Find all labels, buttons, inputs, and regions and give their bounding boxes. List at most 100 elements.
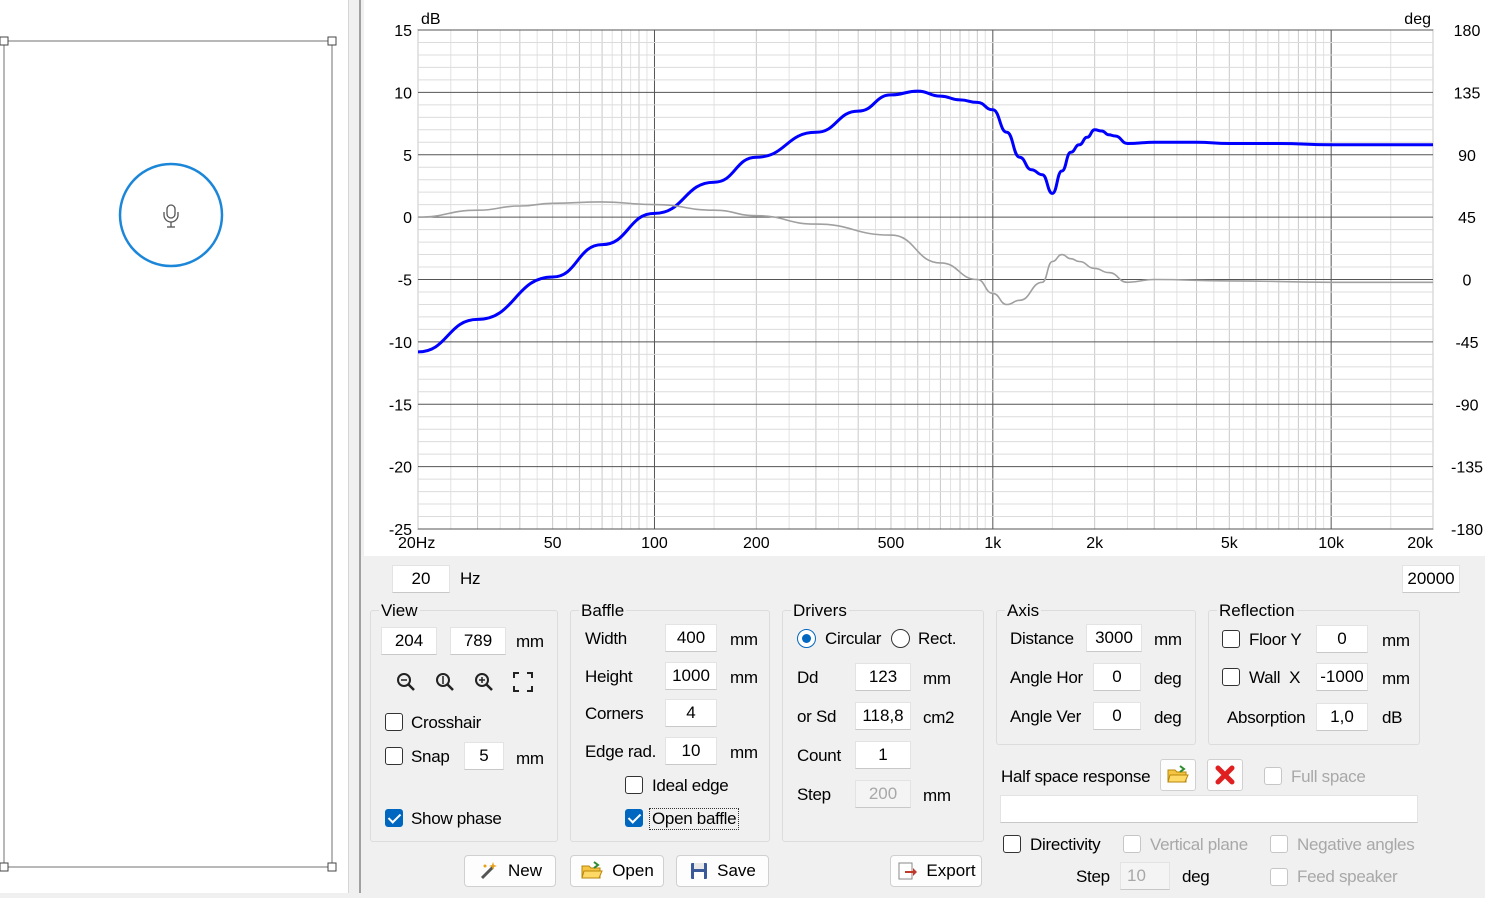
clear-half-space-button[interactable] [1207, 759, 1243, 791]
show-phase-label: Show phase [411, 809, 502, 828]
frequency-response-chart[interactable]: 15 10 5 0 -5 -10 -15 -20 -25 180 135 90 45 0 -45 -90 -13… [364, 0, 1485, 556]
angle-hor-unit: deg [1154, 669, 1182, 688]
y2-tick-label: 90 [1458, 148, 1476, 165]
x-tick-label: 50 [544, 535, 562, 552]
ideal-edge-checkbox[interactable] [625, 776, 643, 794]
driver-step-unit: mm [923, 786, 951, 805]
floor-checkbox[interactable] [1222, 630, 1240, 648]
negative-angles-checkbox[interactable] [1270, 835, 1288, 853]
x-tick-label: 1k [984, 535, 1002, 552]
baffle-corner-handle [0, 862, 9, 872]
angle-ver-unit: deg [1154, 708, 1182, 727]
crosshair-checkbox[interactable] [385, 713, 403, 731]
distance-input[interactable] [1086, 624, 1142, 652]
floor-input[interactable] [1316, 625, 1368, 653]
sd-label: or Sd [797, 707, 837, 726]
circular-label: Circular [825, 629, 882, 648]
baffle-corners-input[interactable] [665, 699, 717, 727]
feed-speaker-checkbox[interactable] [1270, 868, 1288, 886]
baffle-width-input[interactable] [665, 624, 717, 652]
new-button-label: New [507, 861, 542, 880]
y2-tick-label: -90 [1455, 397, 1478, 414]
view-unit: mm [516, 632, 544, 651]
load-half-space-button[interactable] [1160, 759, 1196, 791]
save-button[interactable]: Save [676, 855, 769, 887]
right-unit-label: deg [1404, 11, 1431, 28]
chart-svg: 151050-5-10-15-20-2518013590450-45-90-13… [389, 11, 1483, 552]
circular-radio[interactable] [797, 629, 816, 648]
export-button-label: Export [926, 861, 976, 880]
baffle-corner-handle [327, 36, 337, 46]
baffle-drawing [0, 36, 337, 872]
floor-label: Floor Y [1249, 630, 1302, 649]
count-input[interactable] [855, 741, 911, 769]
directivity-checkbox[interactable] [1003, 835, 1021, 853]
rect-radio[interactable] [891, 629, 910, 648]
baffle-height-input[interactable] [665, 662, 717, 690]
wall-checkbox[interactable] [1222, 668, 1240, 686]
open-baffle-checkbox[interactable] [625, 809, 643, 827]
open-baffle-label: Open baffle [649, 808, 740, 830]
driver-step-input[interactable] [855, 780, 911, 808]
wall-input[interactable] [1316, 663, 1368, 691]
y2-tick-label: 135 [1454, 85, 1481, 102]
dd-input[interactable] [855, 663, 911, 691]
angle-ver-input[interactable] [1093, 702, 1141, 730]
export-button[interactable]: Export [890, 855, 982, 887]
full-space-checkbox[interactable] [1264, 767, 1282, 785]
view-group-title: View [379, 601, 420, 621]
x-tick-label: 20Hz [398, 535, 435, 552]
y-tick-label: 10 [394, 85, 412, 102]
snap-input[interactable] [464, 742, 504, 770]
show-phase-checkbox[interactable] [385, 809, 403, 827]
sd-input[interactable] [855, 702, 911, 730]
x-tick-label: 10k [1318, 535, 1345, 552]
vertical-plane-checkbox[interactable] [1123, 835, 1141, 853]
freq-max-input[interactable] [1402, 565, 1460, 593]
snap-checkbox[interactable] [385, 747, 403, 765]
view-y-input[interactable] [450, 627, 506, 655]
half-space-file-input[interactable] [1000, 795, 1418, 823]
directivity-step-label: Step [1076, 867, 1110, 886]
zoom-width-button[interactable] [392, 668, 420, 696]
y-tick-label: 0 [403, 210, 412, 227]
y2-tick-label: -135 [1451, 460, 1483, 477]
save-button-label: Save [717, 861, 756, 880]
zoom-in-icon [475, 673, 493, 691]
absorption-input[interactable] [1316, 703, 1368, 731]
baffle-canvas[interactable] [0, 0, 348, 893]
directivity-step-input[interactable] [1120, 862, 1170, 890]
angle-hor-input[interactable] [1093, 663, 1141, 691]
splitter-line [359, 0, 361, 893]
baffle-corners-label: Corners [585, 704, 644, 723]
freq-min-input[interactable] [392, 565, 450, 593]
fit-all-button[interactable] [509, 668, 537, 696]
baffle-width-label: Width [585, 629, 627, 648]
left-unit-label: dB [421, 11, 441, 28]
zoom-height-button[interactable] [431, 668, 459, 696]
new-button[interactable]: New [464, 855, 556, 887]
baffle-edge-input[interactable] [665, 737, 717, 765]
angle-ver-label: Angle Ver [1010, 707, 1082, 726]
y-tick-label: -15 [389, 397, 412, 414]
sd-unit: cm2 [923, 708, 955, 727]
delete-x-icon [1215, 765, 1235, 785]
y-tick-label: -10 [389, 335, 412, 352]
absorption-label: Absorption [1227, 708, 1306, 727]
driver-circle [118, 162, 224, 268]
view-x-input[interactable] [381, 627, 437, 655]
zoom-in-button[interactable] [470, 668, 498, 696]
y-tick-label: 15 [394, 23, 412, 40]
baffle-width-unit: mm [730, 630, 758, 649]
open-folder-icon [581, 861, 603, 879]
distance-label: Distance [1010, 629, 1074, 648]
feed-speaker-label: Feed speaker [1297, 867, 1398, 886]
open-button[interactable]: Open [570, 855, 664, 887]
x-tick-label: 500 [878, 535, 905, 552]
zoom-width-icon [397, 673, 415, 691]
dd-unit: mm [923, 669, 951, 688]
floppy-disk-icon [691, 863, 708, 879]
crosshair-label: Crosshair [411, 713, 482, 732]
directivity-label: Directivity [1030, 835, 1101, 854]
x-tick-label: 2k [1086, 535, 1104, 552]
